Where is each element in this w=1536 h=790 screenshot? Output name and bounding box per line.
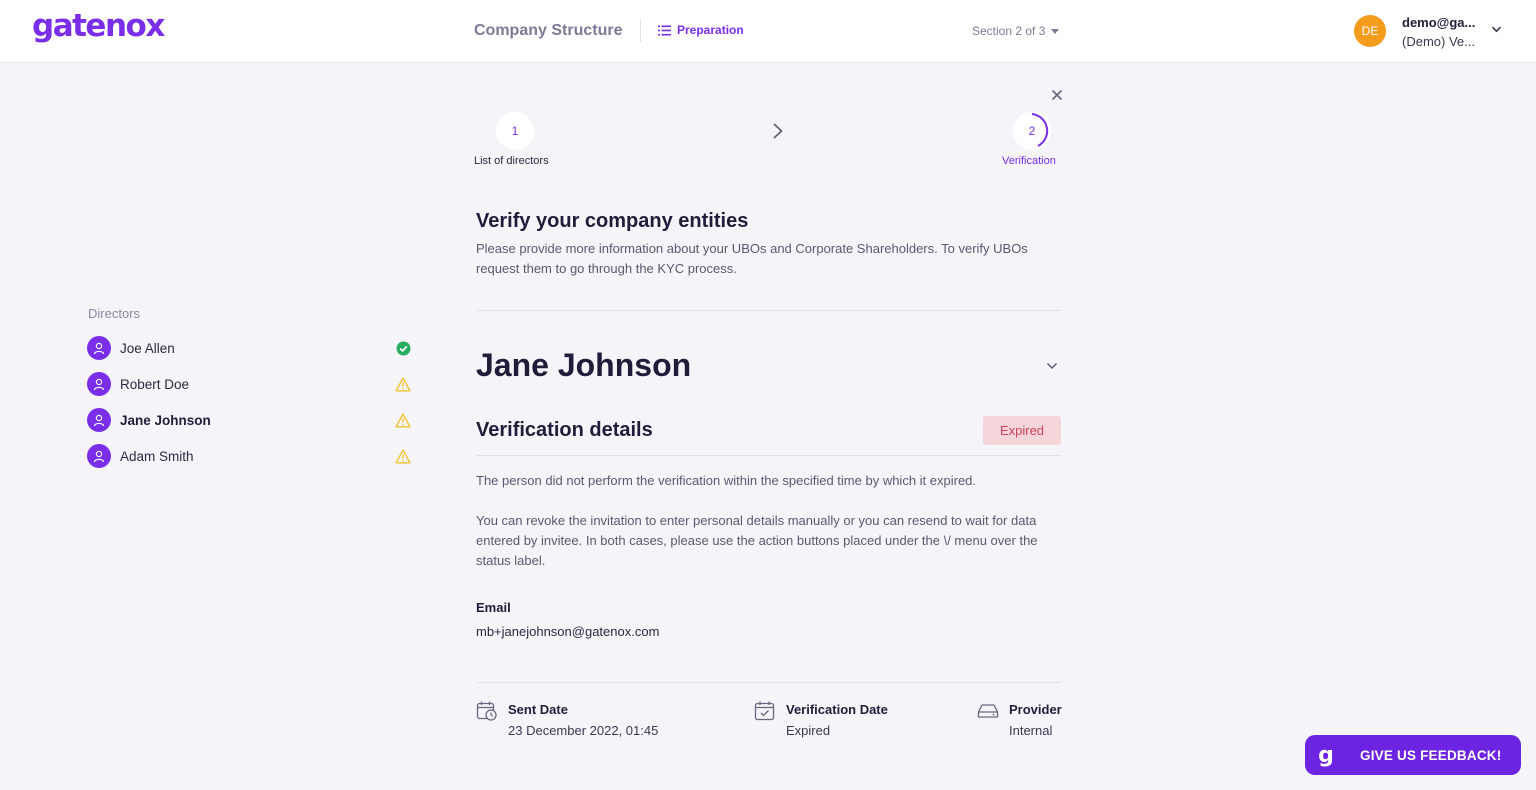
step-1-circle[interactable]: 1 xyxy=(496,112,534,150)
chevron-down-icon[interactable] xyxy=(1046,362,1058,370)
provider-block: Provider Internal xyxy=(977,700,1062,741)
warning-icon xyxy=(395,412,411,428)
person-avatar-icon xyxy=(87,336,111,360)
progress-ring-icon xyxy=(1031,113,1049,147)
director-item-jane-johnson[interactable]: Jane Johnson xyxy=(87,407,413,433)
section-selector[interactable]: Section 2 of 3 xyxy=(972,24,1060,38)
sent-date-value: 23 December 2022, 01:45 xyxy=(508,723,659,738)
director-name: Jane Johnson xyxy=(120,412,211,428)
person-avatar-icon xyxy=(87,408,111,432)
director-item-joe-allen[interactable]: Joe Allen xyxy=(87,335,413,361)
director-name: Adam Smith xyxy=(120,448,194,464)
person-avatar-icon xyxy=(87,372,111,396)
gatenox-g-icon: g xyxy=(1318,742,1334,768)
server-icon xyxy=(977,704,999,718)
list-icon xyxy=(658,25,671,35)
page-title: Company Structure xyxy=(474,22,623,39)
divider xyxy=(476,682,1061,683)
header-divider xyxy=(640,20,641,42)
close-icon[interactable] xyxy=(1050,88,1064,102)
email-label: Email xyxy=(476,600,511,615)
sent-date-block: Sent Date 23 December 2022, 01:45 xyxy=(476,700,658,741)
chevron-down-icon[interactable] xyxy=(1491,26,1502,33)
sent-date-label: Sent Date xyxy=(508,702,568,717)
user-avatar[interactable]: DE xyxy=(1354,15,1386,47)
section-description: Please provide more information about yo… xyxy=(476,241,1028,276)
calendar-clock-icon xyxy=(476,701,497,721)
verification-date-value: Expired xyxy=(786,723,831,738)
feedback-label: GIVE US FEEDBACK! xyxy=(1360,747,1502,763)
step-2-label: Verification xyxy=(1002,155,1056,167)
director-name: Joe Allen xyxy=(120,340,175,356)
action-instructions: You can revoke the invitation to enter p… xyxy=(476,513,1038,568)
director-item-robert-doe[interactable]: Robert Doe xyxy=(87,371,413,397)
warning-icon xyxy=(395,376,411,392)
step-2-circle[interactable]: 2 xyxy=(1013,112,1051,150)
directors-heading: Directors xyxy=(88,306,141,321)
user-menu[interactable]: demo@ga... (Demo) Ve... xyxy=(1402,13,1475,51)
expired-explanation: The person did not perform the verificat… xyxy=(476,473,977,488)
warning-icon xyxy=(395,448,411,464)
director-name: Robert Doe xyxy=(120,376,190,392)
user-email: demo@ga... xyxy=(1402,15,1476,30)
director-item-adam-smith[interactable]: Adam Smith xyxy=(87,443,413,469)
step-1-label: List of directors xyxy=(474,155,549,167)
feedback-button[interactable]: g GIVE US FEEDBACK! xyxy=(1305,735,1521,775)
provider-value: Internal xyxy=(1009,723,1053,738)
section-label: Section 2 of 3 xyxy=(972,24,1046,38)
divider xyxy=(476,310,1061,311)
verification-date-block: Verification Date Expired xyxy=(754,700,888,741)
caret-down-icon xyxy=(1051,28,1060,34)
chevron-right-icon xyxy=(773,123,783,139)
section-heading: Verify your company entities xyxy=(476,210,749,232)
divider xyxy=(476,455,1061,456)
email-value: mb+janejohnson@gatenox.com xyxy=(476,624,660,639)
user-organization: (Demo) Ve... xyxy=(1402,34,1475,49)
gatenox-logo[interactable]: gatenox xyxy=(32,8,165,44)
verification-details-title: Verification details xyxy=(476,419,653,441)
provider-label: Provider xyxy=(1009,702,1062,717)
person-avatar-icon xyxy=(87,444,111,468)
calendar-check-icon xyxy=(754,701,775,721)
check-circle-icon xyxy=(395,340,411,356)
top-header: gatenox Company Structure Preparation Se… xyxy=(0,0,1536,63)
person-name: Jane Johnson xyxy=(476,347,692,383)
verification-date-label: Verification Date xyxy=(786,702,888,717)
preparation-link[interactable]: Preparation xyxy=(658,23,744,37)
preparation-label: Preparation xyxy=(677,23,744,37)
status-badge: Expired xyxy=(983,416,1061,445)
